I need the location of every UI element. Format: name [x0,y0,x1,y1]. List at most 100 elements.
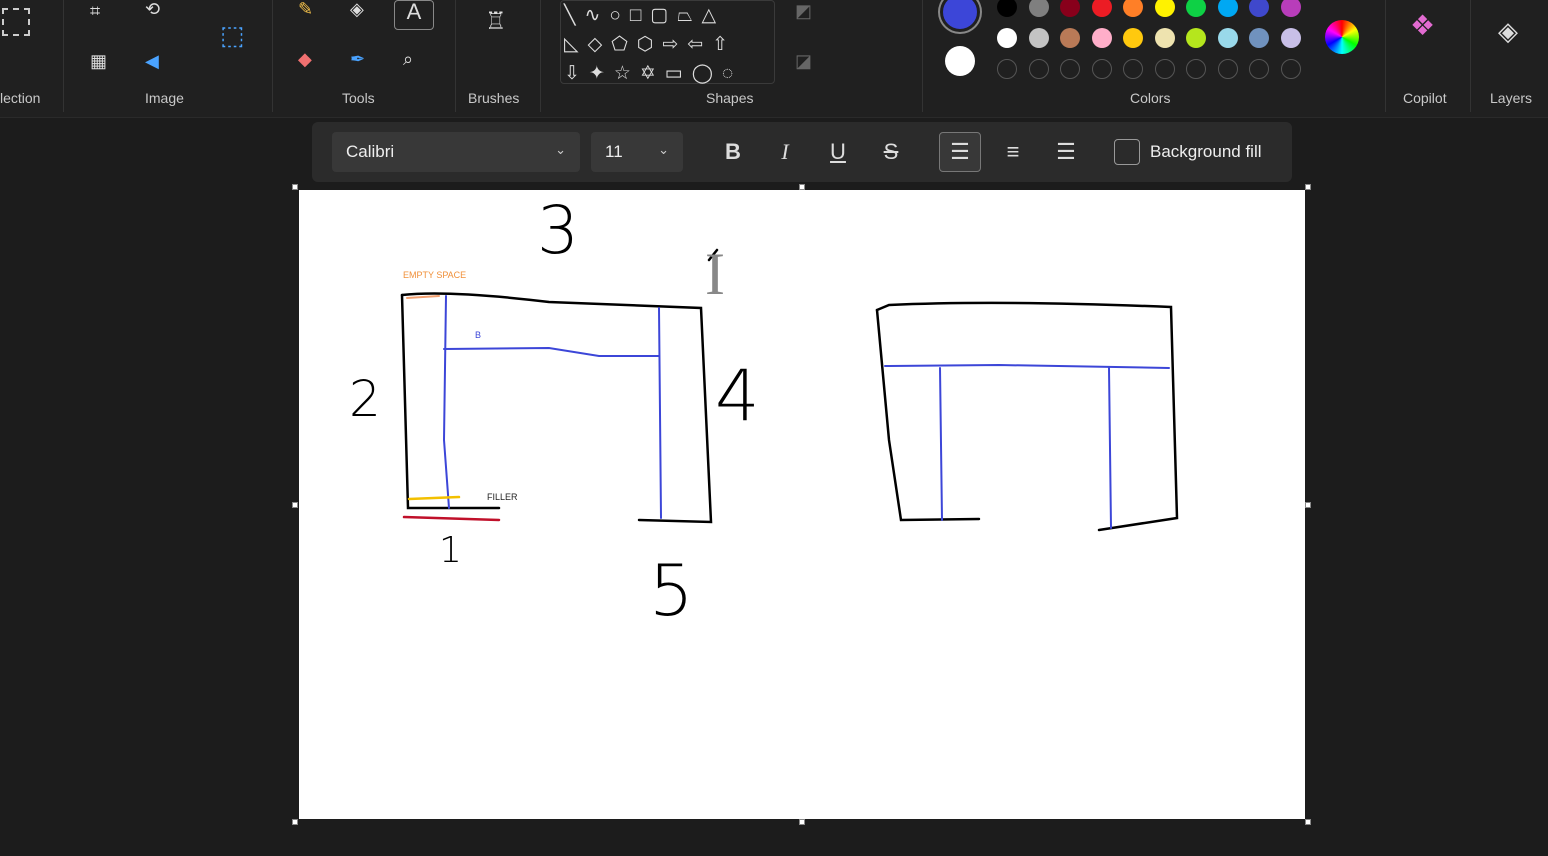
underline-button[interactable]: U [817,132,859,172]
color-swatch[interactable] [1091,0,1112,17]
color-swatch[interactable] [1280,28,1301,48]
crop-icon[interactable]: ⌗ [90,2,100,20]
image-search-icon[interactable]: ⬚ [220,22,245,48]
custom-color-slot[interactable] [1154,59,1175,79]
outline-icon[interactable]: ◩ [795,2,812,20]
color-swatch[interactable] [1217,0,1238,17]
custom-color-slot[interactable] [1186,59,1206,79]
filler-yellow-line [407,495,461,501]
strikethrough-button[interactable]: S [870,132,912,172]
group-label-layers: Layers [1490,90,1533,106]
number-3: 3 [537,192,579,269]
color-swatch[interactable] [1028,28,1049,48]
font-value: Calibri [346,142,395,161]
text-cursor-icon: I [705,241,725,307]
group-label-selection: lection [0,90,41,106]
color-swatch[interactable] [1217,28,1238,48]
group-label-colors: Colors [1130,90,1171,106]
resize-handle[interactable] [799,184,805,190]
filler-label: FILLER [487,492,518,502]
color-swatch[interactable] [1123,0,1143,17]
fill-icon[interactable]: ◈ [350,0,364,18]
custom-color-slot[interactable] [1249,59,1269,79]
color-swatch[interactable] [1060,28,1080,48]
group-label-shapes: Shapes [706,90,754,106]
background-fill-label: Background fill [1150,142,1262,161]
group-label-image: Image [145,90,184,106]
text-toolbar: Calibri ⌄ 11 ⌄ B I U S ☰ ≡ ☰ Background fi… [312,122,1292,182]
resize-handle[interactable] [292,819,298,825]
resize-handle[interactable] [1305,819,1311,825]
color-swatch[interactable] [1028,0,1049,17]
ribbon: lection ⌗ ⟲ ▦ ◀ ⬚ Image ✎ ◈ A ◆ ✒ ⌕ Tool… [0,0,1548,118]
align-left-button[interactable]: ☰ [939,132,981,172]
shapes-gallery[interactable]: ╲∿○□▢⏢△ ◺◇⬠⬡⇨⇦⇧ ⇩✦☆✡▭◯◌ [560,0,775,84]
number-4: 4 [715,355,760,437]
brush-icon[interactable]: ♖ [485,10,507,34]
copilot-icon[interactable]: ❖ [1410,12,1435,40]
b-label: B [475,330,482,340]
left-inner-vertical [442,295,450,509]
color-swatch[interactable] [1186,28,1206,48]
drawing-strokes [400,248,1179,532]
right-frame-left [875,308,981,522]
number-5: 5 [649,550,694,632]
empty-space-mark [406,295,440,299]
color-swatch[interactable] [997,0,1017,17]
color-swatch[interactable] [1249,28,1269,48]
color-swatch[interactable] [1249,0,1269,17]
resize-handle[interactable] [1305,184,1311,190]
italic-button[interactable]: I [764,132,806,172]
resize-handle[interactable] [292,502,298,508]
left-frame-left [400,293,501,510]
rotate-icon[interactable]: ⟲ [145,0,160,18]
color-picker-icon[interactable]: ✒ [350,50,365,68]
font-size-dropdown[interactable]: 11 ⌄ [591,132,683,172]
number-2: 2 [349,370,381,428]
color-swatch[interactable] [997,28,1017,48]
chevron-down-icon: ⌄ [555,142,566,157]
resize-handle[interactable] [799,819,805,825]
resize-icon[interactable]: ▦ [90,52,107,70]
custom-color-slot[interactable] [1060,59,1080,79]
custom-color-slot[interactable] [1217,59,1238,79]
align-right-button[interactable]: ☰ [1045,132,1087,172]
pencil-icon[interactable]: ✎ [298,0,313,18]
text-tool-icon[interactable]: A [394,0,434,30]
color-swatch[interactable] [1280,0,1301,17]
flip-icon[interactable]: ◀ [145,52,159,70]
edit-colors-icon[interactable] [1325,20,1359,54]
custom-color-slot[interactable] [1280,59,1301,79]
selection-icon[interactable] [2,8,30,36]
font-family-dropdown[interactable]: Calibri ⌄ [332,132,580,172]
group-label-tools: Tools [342,90,375,106]
color-swatch[interactable] [1186,0,1206,17]
color-swatch[interactable] [1060,0,1080,17]
layers-icon[interactable]: ◈ [1498,18,1518,44]
magnifier-icon[interactable]: ⌕ [403,50,413,68]
color-swatch[interactable] [1154,28,1175,48]
right-frame-outer [875,301,1179,532]
bold-button[interactable]: B [712,132,754,172]
shape-fill-icon[interactable]: ◪ [795,52,812,70]
align-center-button[interactable]: ≡ [992,132,1034,172]
eraser-icon[interactable]: ◆ [298,50,312,68]
right-frame-horizontal [884,363,1170,369]
custom-color-slot[interactable] [997,59,1017,79]
background-fill-checkbox[interactable] [1114,139,1140,165]
drawing-canvas[interactable]: EMPTY SPACE B FILLER 3 2 4 1 5 I [299,190,1305,819]
number-1: 1 [439,530,462,571]
custom-color-slot[interactable] [1091,59,1112,79]
color-swatch[interactable] [1091,28,1112,48]
custom-color-slot[interactable] [1123,59,1143,79]
chevron-down-icon: ⌄ [658,142,669,157]
secondary-color[interactable] [945,46,975,76]
left-inner-horizontal [443,346,660,357]
primary-color[interactable] [940,0,980,32]
resize-handle[interactable] [292,184,298,190]
resize-handle[interactable] [1305,502,1311,508]
color-swatch[interactable] [1123,28,1143,48]
color-swatch[interactable] [1154,0,1175,17]
custom-color-slot[interactable] [1028,59,1049,79]
group-label-brushes: Brushes [468,90,520,106]
